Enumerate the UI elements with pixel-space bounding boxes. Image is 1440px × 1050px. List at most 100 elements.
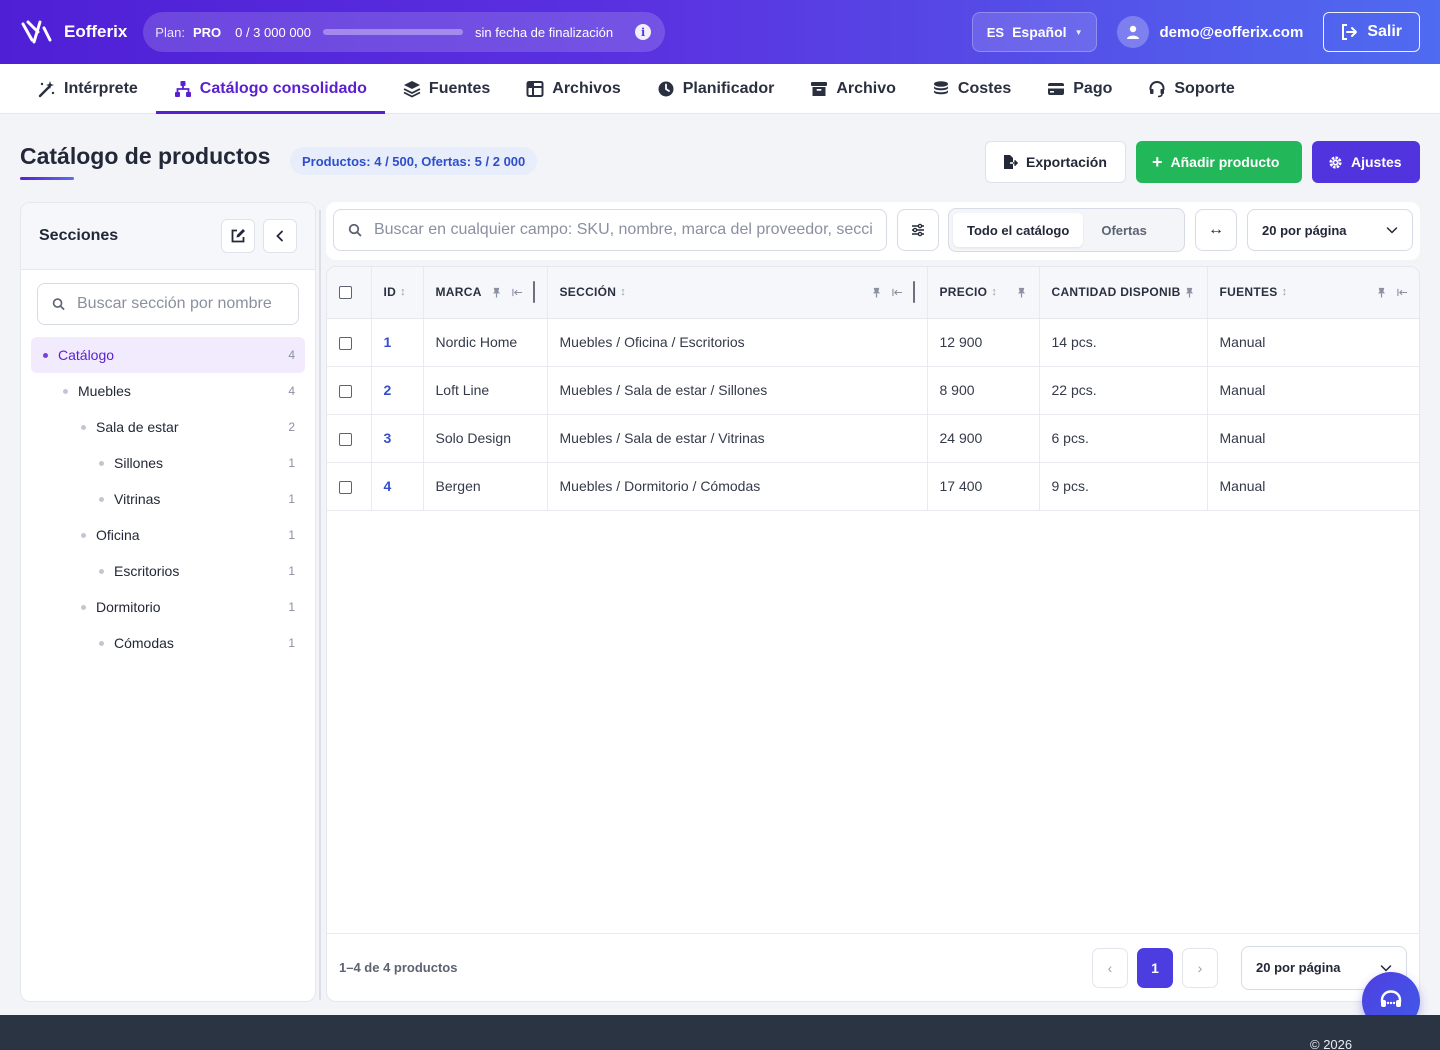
nav-soporte[interactable]: Soporte: [1130, 64, 1252, 114]
row-checkbox[interactable]: [339, 336, 352, 350]
collapse-sidebar-button[interactable]: [263, 219, 297, 253]
collapse-column-icon[interactable]: [511, 287, 523, 298]
nav-archivo[interactable]: Archivo: [792, 64, 914, 114]
column-header-price[interactable]: PRECIO ↕: [926, 267, 1039, 319]
row-checkbox[interactable]: [339, 384, 352, 398]
tree-item[interactable]: Muebles 4: [31, 373, 305, 409]
sort-icon[interactable]: ↕: [991, 286, 997, 298]
nav-pago[interactable]: Pago: [1029, 64, 1130, 114]
user-menu[interactable]: demo@eofferix.com: [1117, 16, 1303, 48]
sort-icon[interactable]: ↕: [620, 286, 626, 298]
pin-icon[interactable]: [1016, 287, 1027, 298]
nav-label: Archivos: [552, 80, 621, 97]
credit-card-icon: [1048, 83, 1065, 95]
tree-item[interactable]: Dormitorio 1: [31, 589, 305, 625]
table-row[interactable]: 2 Loft Line Muebles / Sala de estar / Si…: [327, 366, 1419, 415]
catalog-search-field[interactable]: [333, 209, 887, 251]
export-button[interactable]: Exportación: [985, 141, 1126, 183]
bullet-icon: [81, 424, 86, 430]
tree-item[interactable]: Oficina 1: [31, 517, 305, 553]
settings-button[interactable]: Ajustes: [1312, 141, 1420, 183]
prev-page-button[interactable]: ‹: [1092, 947, 1128, 988]
pin-icon[interactable]: [871, 287, 882, 298]
table-row[interactable]: 4 Bergen Muebles / Dormitorio / Cómodas …: [327, 462, 1419, 511]
per-page-select[interactable]: 20 por página: [1247, 209, 1413, 251]
info-icon[interactable]: i: [635, 24, 652, 40]
select-all-cell: [327, 267, 371, 319]
results-count: 1–4 de 4 productos: [339, 960, 458, 975]
bullet-icon: [99, 568, 104, 574]
pin-icon[interactable]: [1376, 287, 1387, 298]
table-row[interactable]: 3 Solo Design Muebles / Sala de estar / …: [327, 414, 1419, 463]
tree-item[interactable]: Cómodas 1: [31, 625, 305, 661]
next-page-button[interactable]: ›: [1182, 947, 1218, 988]
nav-archivos[interactable]: Archivos: [508, 64, 638, 114]
column-header-quantity[interactable]: CANTIDAD DISPONIBLE: [1038, 267, 1207, 319]
logout-button[interactable]: Salir: [1323, 12, 1420, 52]
product-id-link[interactable]: 1: [370, 318, 423, 367]
fit-columns-button[interactable]: ↔: [1195, 209, 1237, 251]
page-footer: © 2026: [0, 1015, 1440, 1050]
page-button-current[interactable]: 1: [1137, 947, 1173, 988]
sidebar-resize-handle[interactable]: [319, 210, 321, 1000]
nav-planificador[interactable]: Planificador: [639, 64, 793, 114]
nav-catalogo-consolidado[interactable]: Catálogo consolidado: [155, 64, 386, 114]
tree-item[interactable]: Sillones 1: [31, 445, 305, 481]
logout-label: Salir: [1367, 23, 1402, 40]
section-search-input[interactable]: [77, 295, 284, 313]
section-search-field[interactable]: [37, 283, 299, 325]
tree-item[interactable]: Escritorios 1: [31, 553, 305, 589]
layers-icon: [403, 81, 421, 98]
pin-icon[interactable]: [491, 287, 502, 298]
brand[interactable]: Eofferix: [20, 18, 127, 46]
row-checkbox[interactable]: [339, 480, 352, 494]
nav-costes[interactable]: Costes: [914, 64, 1029, 114]
sort-icon[interactable]: ↕: [1282, 286, 1288, 298]
table-row[interactable]: 1 Nordic Home Muebles / Oficina / Escrit…: [327, 318, 1419, 367]
column-header-brand[interactable]: MARCA: [422, 267, 547, 319]
collapse-column-icon[interactable]: [891, 287, 903, 298]
table-footer: 1–4 de 4 productos ‹ 1 › 20 por página: [327, 933, 1419, 1001]
collapse-column-icon[interactable]: [1397, 287, 1408, 298]
caret-down-icon: ▼: [1074, 27, 1083, 37]
tree-item[interactable]: Vitrinas 1: [31, 481, 305, 517]
search-icon: [52, 298, 65, 310]
edit-sections-button[interactable]: [221, 219, 255, 253]
sort-icon[interactable]: ↕: [400, 286, 406, 298]
sitemap-icon: [174, 81, 191, 97]
add-product-button[interactable]: + Añadir producto: [1136, 141, 1302, 183]
price-cell: 24 900: [926, 414, 1039, 463]
nav-fuentes[interactable]: Fuentes: [385, 64, 508, 114]
nav-label: Planificador: [682, 80, 775, 97]
quantity-cell: 22 pcs.: [1038, 366, 1207, 415]
tree-item[interactable]: Catálogo 4: [31, 337, 305, 373]
scope-all-catalog[interactable]: Todo el catálogo: [953, 213, 1084, 247]
product-id-link[interactable]: 4: [370, 462, 423, 511]
column-resize-handle[interactable]: [912, 281, 915, 304]
product-id-link[interactable]: 3: [370, 414, 423, 463]
product-id-link[interactable]: 2: [370, 366, 423, 415]
column-resize-handle[interactable]: [532, 281, 535, 304]
copyright: © 2026: [1310, 1037, 1353, 1050]
catalog-search-input[interactable]: [373, 221, 872, 239]
pin-icon[interactable]: [1184, 287, 1195, 298]
per-page-value: 20 por página: [1262, 222, 1347, 238]
column-header-id[interactable]: ID ↕: [370, 267, 423, 319]
column-header-sources[interactable]: FUENTES ↕: [1206, 267, 1419, 319]
headset-icon: [1149, 80, 1165, 98]
filters-button[interactable]: [897, 209, 939, 251]
plan-expiry: sin fecha de finalización: [475, 24, 614, 40]
column-header-section[interactable]: SECCIÓN ↕: [546, 267, 927, 319]
user-email: demo@eofferix.com: [1159, 23, 1304, 41]
arrows-horizontal-icon: ↔: [1208, 221, 1224, 238]
tree-item-label: Sillones: [114, 455, 164, 471]
tree-item-count: 1: [288, 492, 295, 506]
tree-item[interactable]: Sala de estar 2: [31, 409, 305, 445]
nav-interprete[interactable]: Intérprete: [20, 64, 156, 114]
language-selector[interactable]: ES Español ▼: [971, 12, 1098, 52]
select-all-checkbox[interactable]: [339, 286, 352, 300]
nav-label: Costes: [957, 80, 1012, 97]
scope-offers[interactable]: Ofertas: [1087, 213, 1161, 247]
row-select-cell: [327, 318, 371, 367]
row-checkbox[interactable]: [339, 432, 352, 446]
